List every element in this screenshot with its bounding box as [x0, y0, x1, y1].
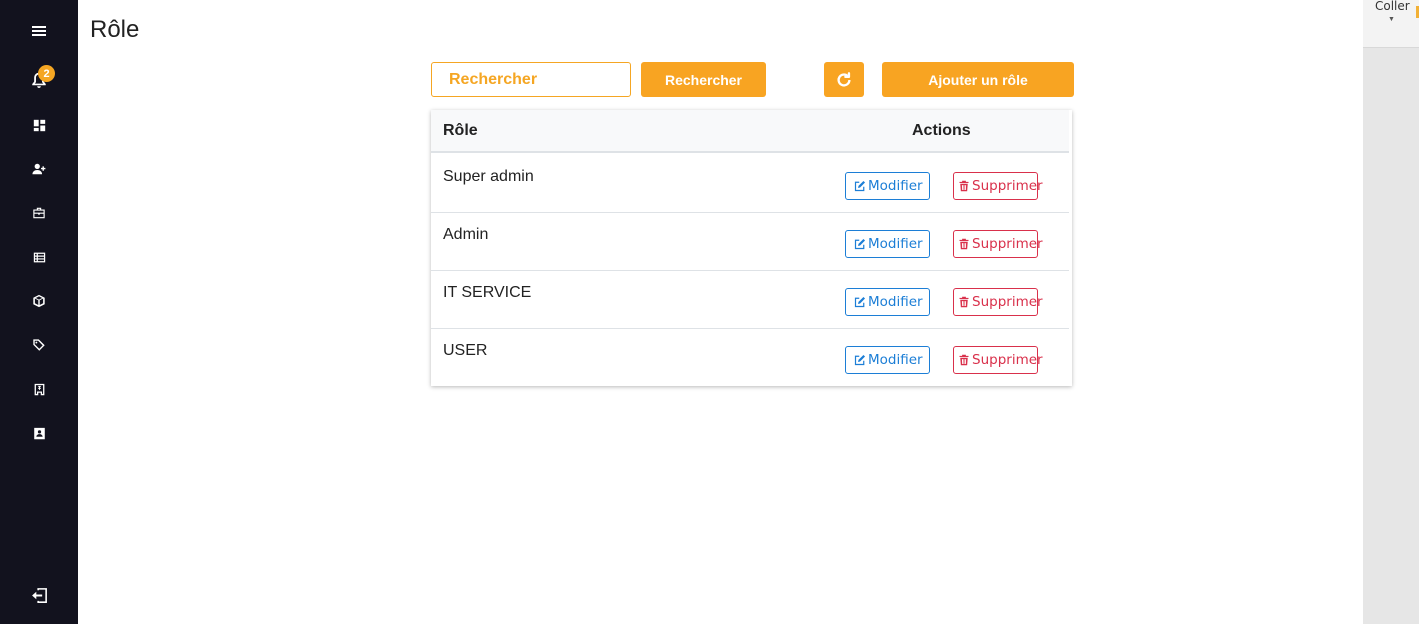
notification-badge: 2: [38, 65, 55, 82]
user-add-icon[interactable]: [29, 159, 49, 179]
page-title: Rôle: [90, 16, 140, 43]
roles-table: Rôle Actions Super admin Modifier Suppri…: [431, 110, 1072, 386]
briefcase-icon[interactable]: [29, 203, 49, 223]
logout-icon[interactable]: [29, 585, 49, 605]
chevron-down-icon[interactable]: ▼: [1388, 16, 1395, 23]
sidebar: 2: [0, 0, 78, 624]
role-name: USER: [443, 342, 488, 359]
edit-icon: [854, 296, 866, 308]
contact-card-icon[interactable]: [29, 423, 49, 443]
building-icon[interactable]: [29, 379, 49, 399]
trash-icon: [959, 296, 969, 308]
ribbon-area: Coller ▼: [1363, 0, 1419, 48]
edit-button-label: Modifier: [868, 294, 923, 310]
tag-icon[interactable]: [29, 335, 49, 355]
edit-button-label: Modifier: [868, 178, 923, 194]
delete-button-label: Supprimer: [972, 236, 1043, 252]
refresh-icon: [837, 71, 851, 86]
column-header-actions: Actions: [912, 122, 971, 139]
edit-button[interactable]: Modifier: [845, 346, 930, 374]
table-row: Admin Modifier Supprimer: [431, 213, 1069, 271]
edit-button-label: Modifier: [868, 236, 923, 252]
table-row: IT SERVICE Modifier Supprimer: [431, 271, 1069, 329]
list-icon[interactable]: [29, 247, 49, 267]
delete-button-label: Supprimer: [972, 294, 1043, 310]
side-panel: Coller ▼: [1363, 0, 1419, 624]
trash-icon: [959, 238, 969, 250]
trash-icon: [959, 354, 969, 366]
edit-button[interactable]: Modifier: [845, 230, 930, 258]
table-header: Rôle Actions: [431, 110, 1069, 153]
table-row: Super admin Modifier Supprimer: [431, 155, 1069, 213]
delete-button-label: Supprimer: [972, 352, 1043, 368]
edit-icon: [854, 354, 866, 366]
paste-button[interactable]: Coller: [1375, 0, 1410, 13]
search-input[interactable]: [431, 62, 631, 97]
add-role-button[interactable]: Ajouter un rôle: [882, 62, 1074, 97]
edit-icon: [854, 180, 866, 192]
delete-button[interactable]: Supprimer: [953, 288, 1043, 316]
dashboard-icon[interactable]: [29, 115, 49, 135]
edit-button[interactable]: Modifier: [845, 172, 930, 200]
delete-button-label: Supprimer: [972, 178, 1043, 194]
trash-icon: [959, 180, 969, 192]
role-name: Super admin: [443, 168, 534, 185]
box-icon[interactable]: [29, 291, 49, 311]
column-header-role: Rôle: [443, 122, 478, 139]
delete-button[interactable]: Supprimer: [953, 346, 1043, 374]
search-button[interactable]: Rechercher: [641, 62, 766, 97]
delete-button[interactable]: Supprimer: [953, 172, 1043, 200]
edit-button[interactable]: Modifier: [845, 288, 930, 316]
table-row: USER Modifier Supprimer: [431, 329, 1069, 387]
edit-button-label: Modifier: [868, 352, 923, 368]
edit-icon: [854, 238, 866, 250]
menu-icon[interactable]: [29, 21, 49, 41]
role-name: IT SERVICE: [443, 284, 532, 301]
refresh-button[interactable]: [824, 62, 864, 97]
role-name: Admin: [443, 226, 489, 243]
delete-button[interactable]: Supprimer: [953, 230, 1043, 258]
